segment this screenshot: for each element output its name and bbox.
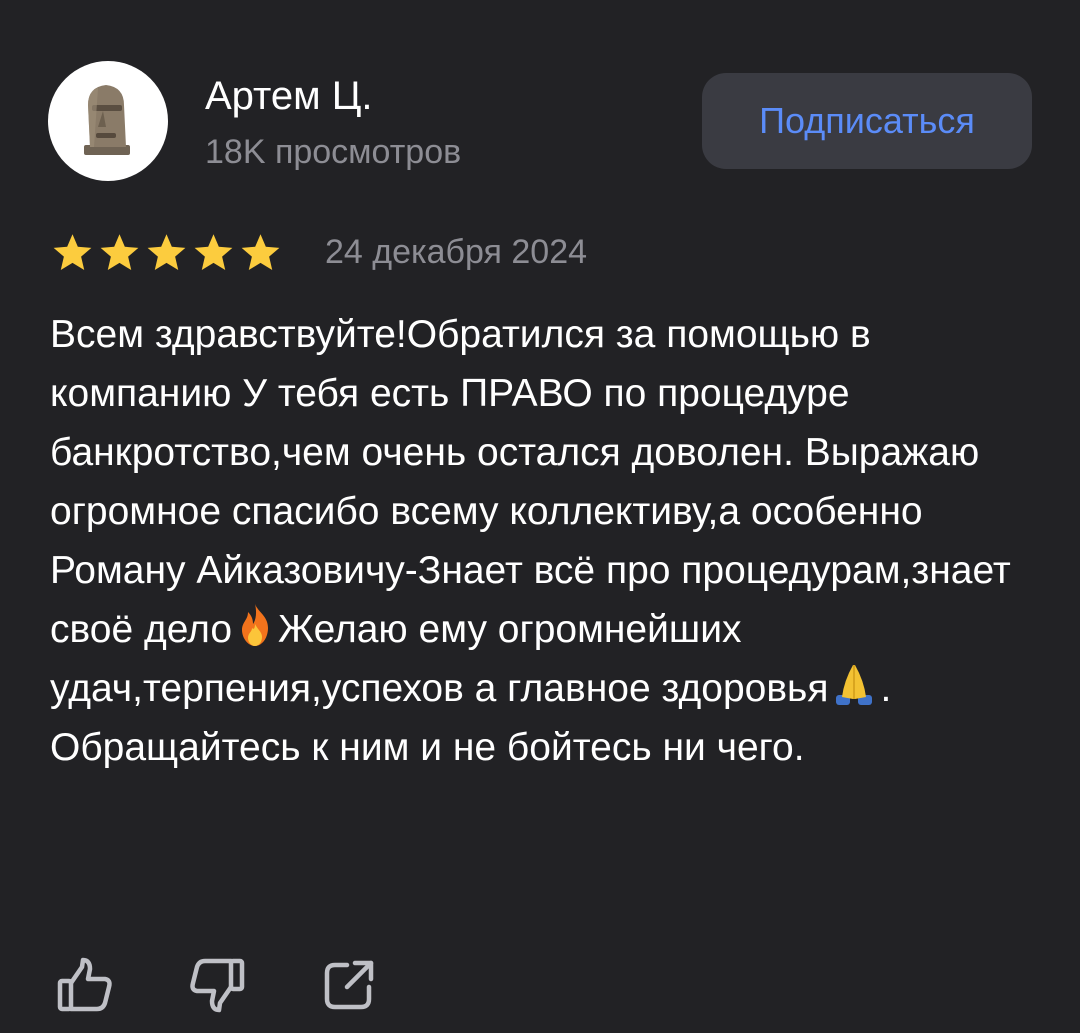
star-icon bbox=[100, 234, 139, 271]
like-button[interactable] bbox=[55, 955, 115, 1015]
review-text-part-1: Всем здравствуйте!Обратился за помощью в… bbox=[50, 313, 1011, 651]
review-text: Всем здравствуйте!Обратился за помощью в… bbox=[50, 305, 1040, 777]
share-icon bbox=[324, 960, 374, 1010]
author-views-count: 18K просмотров bbox=[205, 133, 462, 171]
author-avatar[interactable] bbox=[48, 61, 168, 181]
review-date: 24 декабря 2024 bbox=[325, 233, 588, 271]
star-icon bbox=[241, 234, 280, 271]
review-actions bbox=[55, 955, 451, 1015]
star-icon bbox=[53, 234, 92, 271]
fire-emoji bbox=[234, 602, 276, 648]
thumbs-down-icon bbox=[190, 958, 245, 1013]
star-icon bbox=[194, 234, 233, 271]
thumbs-up-icon bbox=[57, 957, 112, 1012]
author-name[interactable]: Артем Ц. bbox=[205, 72, 372, 120]
share-button[interactable] bbox=[319, 955, 379, 1015]
folded-hands-emoji bbox=[830, 661, 878, 707]
subscribe-button[interactable]: Подписаться bbox=[702, 73, 1032, 169]
moai-icon bbox=[84, 85, 130, 155]
dislike-button[interactable] bbox=[187, 955, 247, 1015]
star-icon bbox=[147, 234, 186, 271]
star-rating bbox=[50, 229, 285, 277]
